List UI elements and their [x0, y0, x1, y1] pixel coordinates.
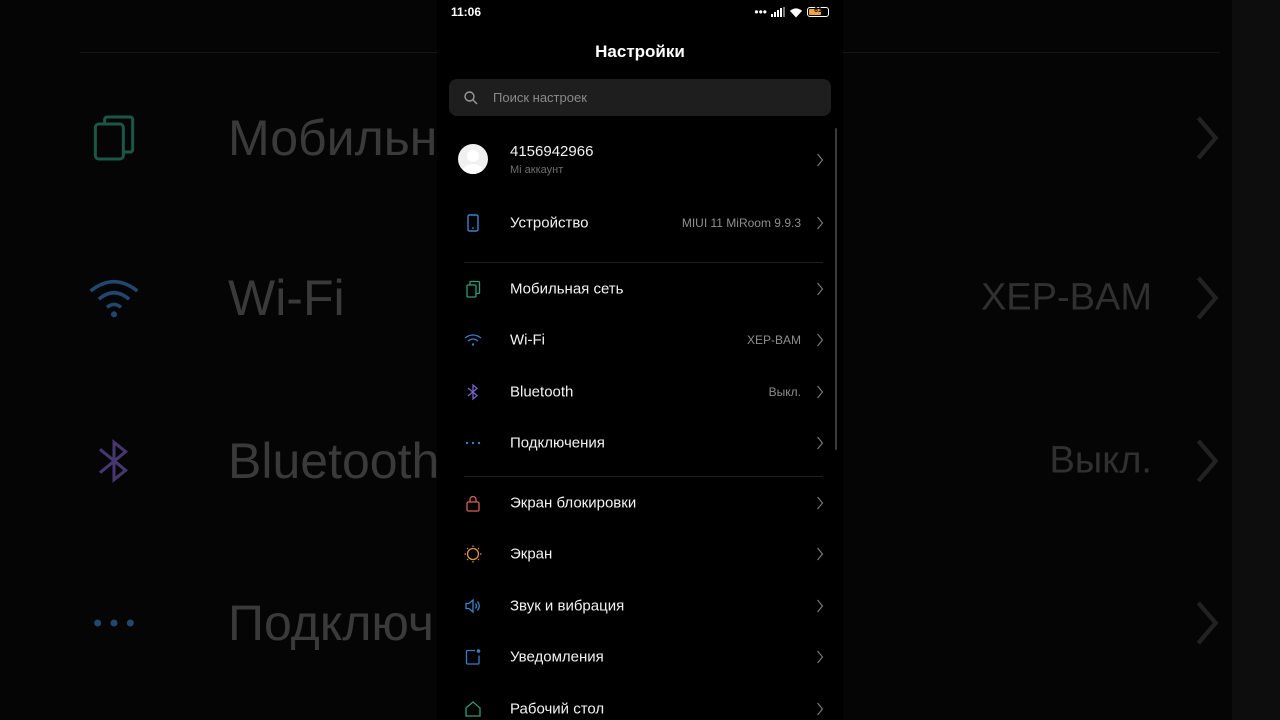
chevron-right-icon: [817, 547, 824, 561]
wifi-icon: [464, 334, 482, 346]
dots-icon: [465, 441, 481, 445]
settings-item-label: Рабочий стол: [510, 700, 605, 718]
section-divider: [464, 262, 823, 263]
settings-item-label: Экран блокировки: [510, 494, 637, 512]
search-bar[interactable]: [449, 79, 831, 116]
settings-item-device[interactable]: Устройство MIUI 11 MiRoom 9.9.3: [437, 198, 843, 248]
settings-item-bluetooth[interactable]: Bluetooth Выкл.: [437, 367, 843, 417]
search-input[interactable]: [493, 79, 813, 116]
home-icon: [465, 701, 481, 717]
settings-item-label: Подключения: [510, 434, 605, 452]
chevron-right-icon: [1196, 601, 1219, 645]
notification-icon: [465, 649, 481, 665]
section-divider: [464, 476, 823, 477]
settings-item-label: Уведомления: [510, 648, 604, 666]
chevron-right-icon: [1196, 439, 1219, 483]
sim-cards-icon: [466, 280, 481, 298]
chevron-right-icon: [817, 650, 824, 664]
status-icons: ••• 61: [754, 5, 829, 19]
battery-icon: 61: [807, 7, 829, 17]
account-number: 4156942966: [510, 143, 594, 160]
background-edge: [1232, 0, 1280, 720]
settings-item-connections[interactable]: Подключения: [437, 418, 843, 468]
settings-item-sound[interactable]: Звук и вибрация: [437, 581, 843, 631]
avatar-placeholder-icon: [463, 150, 483, 174]
chevron-right-icon: [817, 385, 824, 399]
speaker-icon: [465, 598, 480, 614]
signal-icon: [771, 7, 785, 17]
background-label: Мобильн: [228, 110, 438, 166]
settings-item-display[interactable]: Экран: [437, 529, 843, 579]
more-dots-icon: •••: [754, 5, 767, 19]
background-label: Wi-Fi: [228, 270, 345, 326]
search-icon: [464, 91, 478, 105]
mi-account-item[interactable]: 4156942966 Mi аккаунт: [437, 136, 843, 182]
sim-cards-icon: [93, 115, 135, 161]
settings-item-lock-screen[interactable]: Экран блокировки: [437, 478, 843, 528]
lock-icon: [466, 495, 480, 512]
phone-device-icon: [467, 214, 479, 232]
avatar: [458, 144, 488, 174]
status-time: 11:06: [451, 5, 482, 19]
chevron-right-icon: [817, 496, 824, 510]
background-label: Подключ: [228, 595, 434, 651]
wifi-status-icon: [789, 7, 803, 17]
chevron-right-icon: [817, 282, 824, 296]
background-label: Bluetooth: [228, 433, 440, 489]
chevron-right-icon: [1196, 276, 1219, 320]
settings-screen: 11:06 ••• 61 Настройки Поиск настроек 41…: [437, 0, 843, 720]
brightness-icon: [464, 545, 482, 563]
bluetooth-icon: [467, 383, 479, 401]
settings-item-wifi[interactable]: Wi-Fi XEP-BAM: [437, 315, 843, 365]
settings-item-label: Звук и вибрация: [510, 597, 625, 615]
settings-item-label: Экран: [510, 545, 553, 563]
background-value: Выкл.: [1049, 439, 1152, 482]
chevron-right-icon: [817, 436, 824, 450]
settings-item-notifications[interactable]: Уведомления: [437, 632, 843, 682]
dots-icon: [94, 619, 134, 627]
wifi-icon: [89, 279, 139, 318]
settings-item-value: MIUI 11 MiRoom 9.9.3: [681, 216, 801, 230]
chevron-right-icon: [817, 153, 824, 167]
settings-item-mobile-network[interactable]: Мобильная сеть: [437, 264, 843, 314]
battery-percent: 61: [814, 7, 822, 14]
settings-item-value: Выкл.: [768, 385, 801, 399]
chevron-right-icon: [817, 333, 824, 347]
settings-item-label: Wi-Fi: [510, 331, 545, 349]
settings-item-value: XEP-BAM: [746, 333, 801, 347]
settings-item-home-screen[interactable]: Рабочий стол: [437, 684, 843, 720]
chevron-right-icon: [817, 599, 824, 613]
settings-item-label: Устройство: [510, 214, 589, 232]
chevron-right-icon: [817, 702, 824, 716]
chevron-right-icon: [1196, 116, 1219, 160]
settings-item-label: Мобильная сеть: [510, 280, 624, 298]
status-bar: 11:06 ••• 61: [437, 0, 843, 24]
settings-item-label: Bluetooth: [510, 383, 574, 401]
background-value: XEP-BAM: [980, 276, 1152, 319]
account-subtitle: Mi аккаунт: [510, 164, 564, 176]
chevron-right-icon: [817, 216, 824, 230]
page-title: Настройки: [595, 42, 685, 61]
bluetooth-icon: [99, 439, 129, 483]
